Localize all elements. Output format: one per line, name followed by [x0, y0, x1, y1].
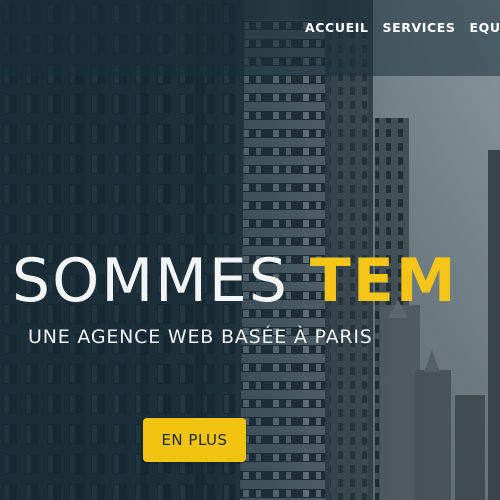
nav-link-accueil[interactable]: ACCUEIL: [305, 20, 369, 35]
nav-link-services[interactable]: SERVICES: [383, 20, 456, 35]
hero-subheadline: UNE AGENCE WEB BASÉE À PARIS: [28, 326, 373, 348]
headline-accent-text: TEM: [309, 246, 458, 316]
main-menu: ACCUEIL SERVICES EQUIPE: [305, 20, 500, 35]
hero-section: ACCUEIL SERVICES EQUIPE SOMMES TEM UNE A…: [0, 0, 500, 500]
nav-link-equipe[interactable]: EQUIPE: [470, 20, 500, 35]
en-plus-button[interactable]: EN PLUS: [143, 418, 246, 462]
hero-headline: SOMMES TEM: [12, 245, 458, 317]
top-navigation-bar: ACCUEIL SERVICES EQUIPE: [0, 0, 500, 76]
headline-main-text: SOMMES: [12, 246, 310, 316]
